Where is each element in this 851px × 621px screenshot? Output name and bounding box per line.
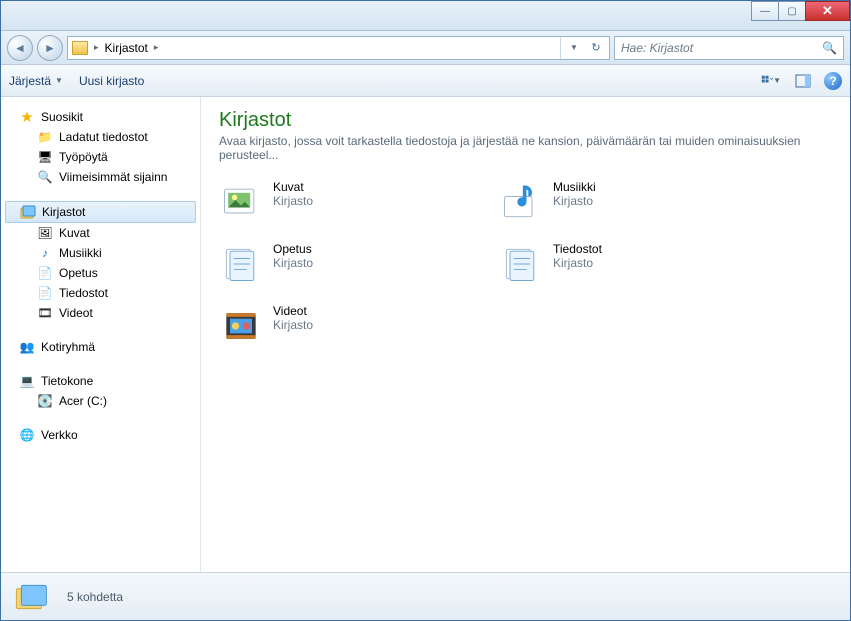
library-item-videos[interactable]: Videot Kirjasto <box>219 304 479 348</box>
document-icon: 📄 <box>37 265 53 281</box>
music-icon: ♪ <box>37 245 53 261</box>
toolbar: Järjestä ▼ Uusi kirjasto ▼ ? <box>1 65 850 97</box>
sidebar-item-pictures[interactable]: 🖼 Kuvat <box>1 223 200 243</box>
video-icon: 🎞 <box>37 305 53 321</box>
library-item-documents[interactable]: Tiedostot Kirjasto <box>499 242 759 286</box>
sidebar-item-opetus[interactable]: 📄 Opetus <box>1 263 200 283</box>
library-type: Kirjasto <box>273 256 313 270</box>
library-name: Musiikki <box>553 180 596 194</box>
sidebar-libraries[interactable]: Kirjastot <box>5 201 196 223</box>
sidebar-network[interactable]: 🌐 Verkko <box>1 425 200 445</box>
videos-library-icon <box>219 304 263 348</box>
documents-library-icon <box>219 242 263 286</box>
breadcrumb-location[interactable]: Kirjastot <box>105 41 148 55</box>
new-library-button[interactable]: Uusi kirjasto <box>79 74 144 88</box>
content-pane: Kirjastot Avaa kirjasto, jossa voit tark… <box>201 97 850 572</box>
library-item-pictures[interactable]: Kuvat Kirjasto <box>219 180 479 224</box>
titlebar[interactable]: — ▢ ✕ <box>1 1 850 31</box>
library-name: Opetus <box>273 242 313 256</box>
sidebar-computer[interactable]: 💻 Tietokone <box>1 371 200 391</box>
libraries-icon <box>20 204 36 220</box>
sidebar-item-videos[interactable]: 🎞 Videot <box>1 303 200 323</box>
library-type: Kirjasto <box>273 318 313 332</box>
library-type: Kirjasto <box>273 194 313 208</box>
library-name: Videot <box>273 304 313 318</box>
library-type: Kirjasto <box>553 194 596 208</box>
sidebar-item-desktop[interactable]: 🖥 Työpöytä <box>1 147 200 167</box>
pictures-icon: 🖼 <box>37 225 53 241</box>
folder-icon <box>72 41 88 55</box>
sidebar-item-recent[interactable]: 🔍 Viimeisimmät sijainn <box>1 167 200 187</box>
library-type: Kirjasto <box>553 256 602 270</box>
breadcrumb-sep-icon: ▸ <box>92 42 101 53</box>
address-bar[interactable]: ▸ Kirjastot ▸ ▼ ↻ <box>67 36 610 60</box>
sidebar-item-downloads[interactable]: 📁 Ladatut tiedostot <box>1 127 200 147</box>
navigation-pane: ★ Suosikit 📁 Ladatut tiedostot 🖥 Työpöyt… <box>1 97 201 572</box>
sidebar-item-drive-c[interactable]: 💽 Acer (C:) <box>1 391 200 411</box>
back-button[interactable]: ◄ <box>7 35 33 61</box>
sidebar-item-documents[interactable]: 📄 Tiedostot <box>1 283 200 303</box>
folder-icon: 📁 <box>37 129 53 145</box>
libraries-icon <box>13 579 53 615</box>
network-icon: 🌐 <box>19 427 35 443</box>
close-button[interactable]: ✕ <box>805 1 850 21</box>
status-text: 5 kohdetta <box>67 590 123 604</box>
pictures-library-icon <box>219 180 263 224</box>
help-button[interactable]: ? <box>824 72 842 90</box>
homegroup-icon: 👥 <box>19 339 35 355</box>
documents-library-icon <box>499 242 543 286</box>
library-name: Tiedostot <box>553 242 602 256</box>
chevron-down-icon: ▼ <box>55 76 63 85</box>
document-icon: 📄 <box>37 285 53 301</box>
library-name: Kuvat <box>273 180 313 194</box>
preview-pane-button[interactable] <box>792 70 814 92</box>
drive-icon: 💽 <box>37 393 53 409</box>
recent-icon: 🔍 <box>37 169 53 185</box>
explorer-window: — ▢ ✕ ◄ ► ▸ Kirjastot ▸ ▼ ↻ Hae: Kirjast… <box>0 0 851 621</box>
page-title: Kirjastot <box>219 109 832 132</box>
page-description: Avaa kirjasto, jossa voit tarkastella ti… <box>219 134 832 162</box>
forward-button[interactable]: ► <box>37 35 63 61</box>
desktop-icon: 🖥 <box>37 149 53 165</box>
sidebar-homegroup[interactable]: 👥 Kotiryhmä <box>1 337 200 357</box>
library-item-music[interactable]: Musiikki Kirjasto <box>499 180 759 224</box>
library-item-opetus[interactable]: Opetus Kirjasto <box>219 242 479 286</box>
search-input[interactable]: Hae: Kirjastot 🔍 <box>614 36 844 60</box>
maximize-button[interactable]: ▢ <box>778 1 806 21</box>
computer-icon: 💻 <box>19 373 35 389</box>
chevron-down-icon: ▼ <box>773 76 781 85</box>
address-history-dropdown[interactable]: ▼ <box>565 39 583 57</box>
search-placeholder: Hae: Kirjastot <box>621 41 693 55</box>
breadcrumb-sep-icon: ▸ <box>152 42 161 53</box>
search-icon: 🔍 <box>822 41 837 55</box>
star-icon: ★ <box>19 109 35 125</box>
status-bar: 5 kohdetta <box>1 572 850 620</box>
sidebar-favorites[interactable]: ★ Suosikit <box>1 107 200 127</box>
organize-button[interactable]: Järjestä ▼ <box>9 74 63 88</box>
music-library-icon <box>499 180 543 224</box>
sidebar-item-music[interactable]: ♪ Musiikki <box>1 243 200 263</box>
minimize-button[interactable]: — <box>751 1 779 21</box>
navigation-row: ◄ ► ▸ Kirjastot ▸ ▼ ↻ Hae: Kirjastot 🔍 <box>1 31 850 65</box>
view-options-button[interactable]: ▼ <box>760 70 782 92</box>
refresh-button[interactable]: ↻ <box>587 39 605 57</box>
